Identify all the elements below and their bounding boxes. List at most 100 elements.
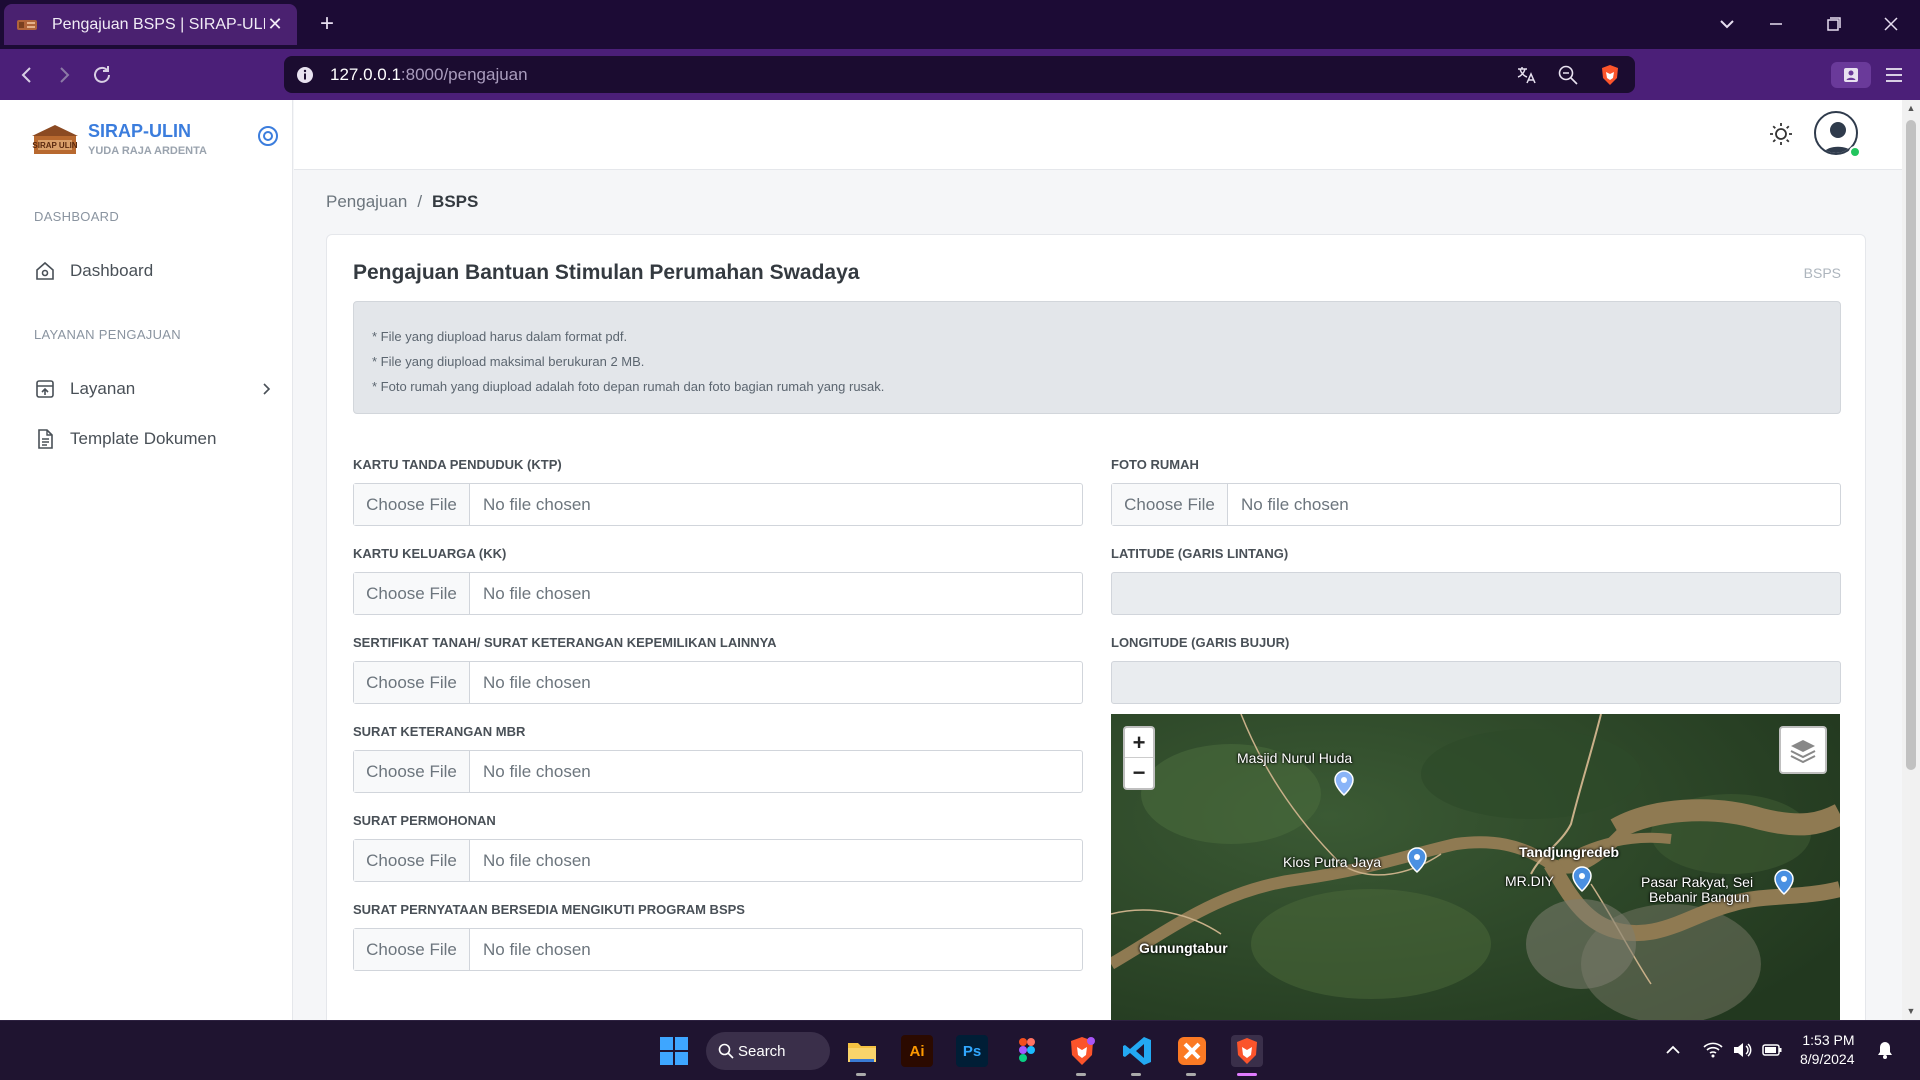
tab-title: Pengajuan BSPS | SIRAP-ULIN (52, 15, 265, 33)
mbr-file-input[interactable]: Choose File No file chosen (353, 750, 1083, 793)
translate-icon[interactable] (1515, 64, 1537, 86)
choose-file-button[interactable]: Choose File (354, 573, 470, 614)
zoom-in-button[interactable]: + (1125, 728, 1153, 758)
map-label-kios: Kios Putra Jaya (1283, 854, 1382, 870)
poi-pin-icon[interactable] (1571, 866, 1593, 892)
longitude-field[interactable] (1111, 661, 1841, 704)
pernyataan-file-input[interactable]: Choose File No file chosen (353, 928, 1083, 971)
search-icon (718, 1043, 734, 1059)
tab-close-icon[interactable]: ✕ (265, 14, 285, 35)
system-clock[interactable]: 1:53 PM 8/9/2024 (1800, 1031, 1855, 1069)
notification-bell-icon[interactable] (1874, 1039, 1896, 1061)
breadcrumb: Pengajuan / BSPS (326, 192, 478, 212)
choose-file-button[interactable]: Choose File (354, 840, 470, 881)
foto-rumah-file-input[interactable]: Choose File No file chosen (1111, 483, 1841, 526)
scroll-down-arrow-icon[interactable]: ▼ (1906, 1006, 1916, 1016)
page-scrollbar[interactable]: ▲ ▼ (1902, 100, 1920, 1020)
home-icon (36, 261, 54, 280)
url-host: 127.0.0.1 (330, 64, 401, 84)
breadcrumb-parent[interactable]: Pengajuan (326, 192, 407, 212)
breadcrumb-current: BSPS (432, 192, 479, 211)
illustrator-icon[interactable]: Ai (901, 1035, 933, 1067)
new-tab-icon[interactable]: + (314, 11, 340, 37)
sertifikat-file-input[interactable]: Choose File No file chosen (353, 661, 1083, 704)
minimize-icon[interactable] (1763, 12, 1789, 36)
battery-icon[interactable] (1761, 1039, 1783, 1061)
sidebar-heading-layanan: LAYANAN PENGAJUAN (34, 327, 181, 342)
site-info-icon[interactable] (296, 66, 314, 84)
sidebar-item-template-dokumen[interactable]: Template Dokumen (34, 422, 274, 456)
photoshop-icon[interactable]: Ps (956, 1035, 988, 1067)
zoom-out-button[interactable]: − (1125, 758, 1153, 788)
restore-icon[interactable] (1820, 12, 1846, 36)
kk-file-input[interactable]: Choose File No file chosen (353, 572, 1083, 615)
tab-search-chevron-icon[interactable] (1714, 12, 1740, 36)
reload-icon[interactable] (90, 63, 114, 87)
close-window-icon[interactable] (1878, 12, 1904, 36)
person-card-icon (1844, 68, 1858, 82)
scroll-thumb[interactable] (1906, 120, 1916, 770)
address-bar[interactable]: 127.0.0.1 :8000/pengajuan (284, 56, 1635, 93)
breadcrumb-separator: / (417, 192, 423, 211)
windows-start-icon[interactable] (658, 1035, 690, 1067)
brave-shield-icon[interactable] (1599, 64, 1621, 86)
browser-menu-icon[interactable] (1882, 63, 1906, 87)
choose-file-button[interactable]: Choose File (354, 929, 470, 970)
app-running-indicator (856, 1073, 866, 1076)
sidebar-item-dashboard[interactable]: Dashboard (34, 254, 274, 288)
back-icon[interactable] (15, 63, 39, 87)
pernyataan-label: SURAT PERNYATAAN BERSEDIA MENGIKUTI PROG… (353, 902, 745, 917)
sidebar-heading-dashboard: DASHBOARD (34, 209, 120, 224)
sidebar-item-layanan[interactable]: Layanan (34, 372, 274, 406)
choose-file-button[interactable]: Choose File (1112, 484, 1228, 525)
scroll-up-arrow-icon[interactable]: ▲ (1906, 103, 1916, 113)
browser-navbar: 127.0.0.1 :8000/pengajuan (0, 49, 1920, 100)
file-name-text: No file chosen (483, 850, 591, 870)
map-label-pasar-2: Bebanir Bangun (1649, 889, 1750, 905)
brave-beta-icon[interactable] (1066, 1035, 1098, 1067)
map-layers-button[interactable] (1779, 726, 1827, 774)
upload-notes: * File yang diupload harus dalam format … (353, 301, 1841, 414)
poi-pin-icon[interactable] (1773, 869, 1795, 895)
brave-browser-icon[interactable] (1231, 1035, 1263, 1067)
file-explorer-icon[interactable] (846, 1035, 878, 1067)
sidebar: SIRAP ULIN SIRAP-ULIN YUDA RAJA ARDENTA … (0, 100, 293, 1020)
chevron-up-icon[interactable] (1662, 1039, 1684, 1061)
choose-file-button[interactable]: Choose File (354, 751, 470, 792)
poi-pin-icon[interactable] (1333, 770, 1355, 796)
wifi-icon[interactable] (1702, 1039, 1724, 1061)
sidebar-toggle-icon[interactable] (256, 124, 280, 148)
ktp-label: KARTU TANDA PENDUDUK (KTP) (353, 457, 562, 472)
permohonan-file-input[interactable]: Choose File No file chosen (353, 839, 1083, 882)
choose-file-button[interactable]: Choose File (354, 662, 470, 703)
app-active-indicator (1237, 1073, 1257, 1076)
site-favicon-icon (17, 19, 37, 30)
latitude-field[interactable] (1111, 572, 1841, 615)
brand-subtitle: YUDA RAJA ARDENTA (88, 145, 207, 157)
zoom-out-icon[interactable] (1557, 64, 1579, 86)
permohonan-label: SURAT PERMOHONAN (353, 813, 496, 828)
logo-text: SIRAP ULIN (32, 141, 77, 150)
taskbar-search[interactable]: Search (706, 1032, 830, 1070)
foto-rumah-label: FOTO RUMAH (1111, 457, 1199, 472)
volume-icon[interactable] (1731, 1039, 1753, 1061)
location-map[interactable]: + − Masjid Nurul Huda Kios Putra Jaya Ta… (1111, 714, 1840, 1020)
sertifikat-label: SERTIFIKAT TANAH/ SURAT KETERANGAN KEPEM… (353, 635, 777, 650)
map-label-tandjung: Tandjungredeb (1519, 844, 1620, 860)
satellite-map-imagery (1111, 714, 1840, 1020)
poi-pin-icon[interactable] (1406, 847, 1428, 873)
vscode-icon[interactable] (1121, 1035, 1153, 1067)
browser-tab-active[interactable]: Pengajuan BSPS | SIRAP-ULIN ✕ (4, 4, 297, 45)
ktp-file-input[interactable]: Choose File No file chosen (353, 483, 1083, 526)
layers-icon (1790, 740, 1816, 764)
figma-icon[interactable] (1011, 1035, 1043, 1067)
brand[interactable]: SIRAP ULIN SIRAP-ULIN YUDA RAJA ARDENTA (30, 120, 207, 158)
xampp-icon[interactable] (1176, 1035, 1208, 1067)
map-label-masjid: Masjid Nurul Huda (1237, 750, 1353, 766)
choose-file-button[interactable]: Choose File (354, 484, 470, 525)
profile-extension-button[interactable] (1831, 62, 1871, 88)
sun-icon[interactable] (1767, 120, 1795, 148)
mbr-label: SURAT KETERANGAN MBR (353, 724, 526, 739)
note-line: * File yang diupload maksimal berukuran … (372, 354, 645, 369)
forward-icon[interactable] (52, 63, 76, 87)
